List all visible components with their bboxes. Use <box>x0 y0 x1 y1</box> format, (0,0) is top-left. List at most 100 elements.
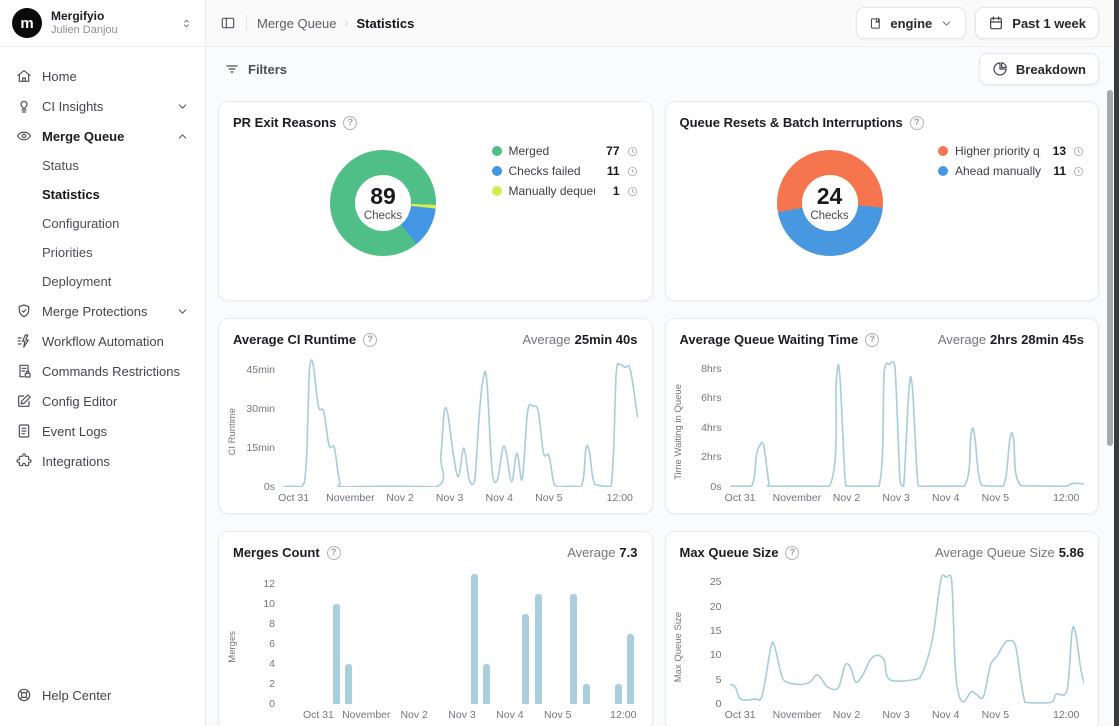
legend-item-manually-dequeued[interactable]: Manually dequeued1 <box>492 184 638 198</box>
donut-center-value: 89 <box>370 185 396 208</box>
legend-label: Ahead manually ... <box>955 164 1041 178</box>
help-icon[interactable]: ? <box>865 333 879 347</box>
legend-item-checks-failed[interactable]: Checks failed11 <box>492 164 638 178</box>
queue-resets-donut[interactable]: 24 Checks <box>777 150 883 256</box>
sidebar-item-commands-restrictions[interactable]: Commands Restrictions <box>8 356 197 386</box>
breakdown-button[interactable]: Breakdown <box>979 53 1099 85</box>
help-icon[interactable]: ? <box>363 333 377 347</box>
y-axis: 024681012 <box>241 570 283 704</box>
bar[interactable] <box>583 684 590 704</box>
clock-icon <box>1073 146 1084 157</box>
y-axis-label: CI Runtime <box>227 408 238 456</box>
repo-select-label: engine <box>890 16 932 31</box>
help-icon[interactable]: ? <box>343 116 357 130</box>
clock-icon <box>1073 166 1084 177</box>
repo-select-button[interactable]: engine <box>856 7 966 39</box>
x-tick: Oct 31 <box>278 492 309 504</box>
sidebar-item-help-center[interactable]: Help Center <box>8 680 197 710</box>
sidebar-item-event-logs[interactable]: Event Logs <box>8 416 197 446</box>
scrollbar[interactable] <box>1107 90 1113 726</box>
clock-icon <box>627 186 638 197</box>
bar[interactable] <box>483 664 490 704</box>
x-tick: 12:00 <box>1053 709 1079 721</box>
chevron-up-icon <box>176 130 189 143</box>
topbar-divider <box>246 15 247 31</box>
sidebar-item-home[interactable]: Home <box>8 61 197 91</box>
sidebar-item-configuration[interactable]: Configuration <box>8 209 197 238</box>
sidebar-item-integrations[interactable]: Integrations <box>8 446 197 476</box>
bar[interactable] <box>345 664 352 704</box>
bar[interactable] <box>535 594 542 704</box>
breadcrumb: Merge Queue › Statistics <box>257 16 414 31</box>
help-icon[interactable]: ? <box>910 116 924 130</box>
legend-value: 77 <box>602 144 620 158</box>
date-range-button[interactable]: Past 1 week <box>975 7 1099 39</box>
sidebar-item-priorities[interactable]: Priorities <box>8 238 197 267</box>
workspace-name: Mergifyio <box>51 9 171 24</box>
x-tick: Nov 3 <box>882 492 909 504</box>
legend-label: Checks failed <box>509 164 595 178</box>
x-tick: Nov 5 <box>982 709 1009 721</box>
sidebar-nav: HomeCI InsightsMerge QueueStatusStatisti… <box>0 47 205 670</box>
y-tick: 0 <box>716 698 722 710</box>
x-axis: Oct 31NovemberNov 2Nov 3Nov 4Nov 512:00 <box>730 487 1085 507</box>
donut-center-label: Checks <box>364 210 402 222</box>
queue-resets-legend: Higher priority q...13 Ahead manually ...… <box>938 144 1084 178</box>
help-icon[interactable]: ? <box>785 546 799 560</box>
sidebar-item-workflow-automation[interactable]: Workflow Automation <box>8 326 197 356</box>
bar[interactable] <box>471 574 478 704</box>
merges-count-chart[interactable] <box>283 570 638 704</box>
card-average-queue-waiting-time: Average Queue Waiting Time ? Average2hrs… <box>665 318 1100 514</box>
legend-dot <box>492 186 502 196</box>
legend-dot <box>492 166 502 176</box>
pr-exit-reasons-donut[interactable]: 89 Checks <box>330 150 436 256</box>
sidebar-item-config-editor[interactable]: Config Editor <box>8 386 197 416</box>
scrollbar-thumb[interactable] <box>1107 90 1113 446</box>
x-tick: Nov 2 <box>833 709 860 721</box>
legend-item-merged[interactable]: Merged 77 <box>492 144 638 158</box>
integrations-icon <box>16 453 32 469</box>
y-tick: 45min <box>246 364 275 376</box>
legend-dot <box>938 146 948 156</box>
y-tick: 4 <box>269 658 275 670</box>
queue-waiting-chart[interactable] <box>730 357 1085 487</box>
y-tick: 4hrs <box>701 422 721 434</box>
average-label: Average Queue Size <box>935 545 1055 560</box>
sidebar-item-merge-queue[interactable]: Merge Queue <box>8 121 197 151</box>
card-title: Max Queue Size <box>680 545 779 560</box>
sidebar-item-ci-insights[interactable]: CI Insights <box>8 91 197 121</box>
main-area: Merge Queue › Statistics engine Past 1 w… <box>206 0 1119 726</box>
legend-item-ahead-manually[interactable]: Ahead manually ...11 <box>938 164 1084 178</box>
dashboard: PR Exit Reasons ? 89 Checks Merged77Chec… <box>206 91 1119 726</box>
legend-label: Merged <box>509 144 595 158</box>
ci-runtime-chart[interactable] <box>283 357 638 487</box>
chevrons-up-down-icon <box>180 17 193 30</box>
bar[interactable] <box>615 684 622 704</box>
x-tick: Nov 2 <box>386 492 413 504</box>
legend-item-higher-priority-q[interactable]: Higher priority q...13 <box>938 144 1084 158</box>
y-tick: 10 <box>263 598 275 610</box>
y-tick: 12 <box>263 578 275 590</box>
sidebar-item-statistics[interactable]: Statistics <box>8 180 197 209</box>
y-tick: 15 <box>710 625 722 637</box>
sidebar-toggle-icon[interactable] <box>220 15 236 31</box>
breadcrumb-merge-queue[interactable]: Merge Queue <box>257 16 337 31</box>
workspace-switcher[interactable]: m Mergifyio Julien Danjou <box>0 0 205 47</box>
sidebar-item-status[interactable]: Status <box>8 151 197 180</box>
bar[interactable] <box>570 594 577 704</box>
bar[interactable] <box>522 614 529 704</box>
sidebar-item-deployment[interactable]: Deployment <box>8 267 197 296</box>
y-tick: 15min <box>246 442 275 454</box>
filters-button[interactable]: Filters <box>214 53 297 85</box>
bar[interactable] <box>627 634 634 704</box>
max-queue-size-chart[interactable] <box>730 570 1085 704</box>
help-icon[interactable]: ? <box>327 546 341 560</box>
calendar-icon <box>988 15 1004 31</box>
sidebar-item-merge-protections[interactable]: Merge Protections <box>8 296 197 326</box>
x-tick: Nov 4 <box>496 709 523 721</box>
bar[interactable] <box>333 604 340 704</box>
breadcrumb-separator-icon: › <box>345 16 349 30</box>
legend-dot <box>938 166 948 176</box>
x-tick: Nov 4 <box>932 709 959 721</box>
y-axis-label: Time Waiting in Queue <box>673 384 684 480</box>
